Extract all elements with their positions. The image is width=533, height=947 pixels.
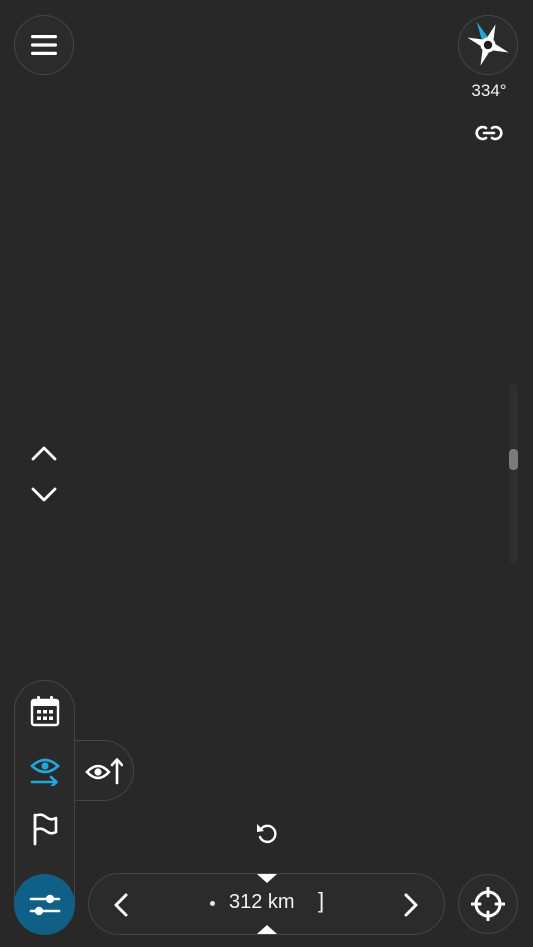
chevron-down-icon[interactable] — [29, 484, 59, 506]
eye-up-icon — [85, 758, 123, 785]
flag-button[interactable] — [30, 812, 60, 846]
crosshair-icon — [471, 887, 505, 921]
calendar-button[interactable] — [29, 694, 61, 728]
flag-icon — [33, 813, 58, 846]
compass-icon — [467, 21, 509, 66]
scale-center-marker-top — [257, 874, 277, 883]
scale-bracket: ] — [318, 888, 325, 913]
scale-center-marker-bottom — [257, 925, 277, 934]
settings-button[interactable] — [14, 874, 75, 935]
sliders-icon — [29, 894, 60, 915]
chevron-right-icon[interactable] — [397, 891, 423, 919]
locate-button[interactable] — [458, 874, 518, 934]
zoom-scrollbar[interactable] — [509, 383, 518, 564]
menu-button[interactable] — [14, 15, 74, 75]
zoom-scrollbar-thumb[interactable] — [509, 449, 518, 470]
chevron-up-icon[interactable] — [29, 442, 59, 464]
eye-direction-icon — [30, 758, 60, 786]
view-direction-button[interactable] — [28, 753, 62, 787]
map-screen[interactable]: 334° 312 km] — [0, 0, 533, 947]
compass-button[interactable] — [458, 15, 518, 75]
scale-bar[interactable]: 312 km ] — [88, 873, 445, 935]
hamburger-menu-icon — [31, 35, 57, 55]
eye-up-button[interactable] — [85, 755, 123, 787]
undo-icon[interactable] — [254, 820, 280, 846]
chevron-left-icon[interactable] — [109, 891, 135, 919]
scale-label: 312 km — [229, 891, 295, 913]
scale-dot — [210, 901, 215, 906]
calendar-icon — [30, 696, 60, 727]
link-icon[interactable] — [473, 119, 505, 147]
heading-readout: 334° — [471, 81, 507, 100]
